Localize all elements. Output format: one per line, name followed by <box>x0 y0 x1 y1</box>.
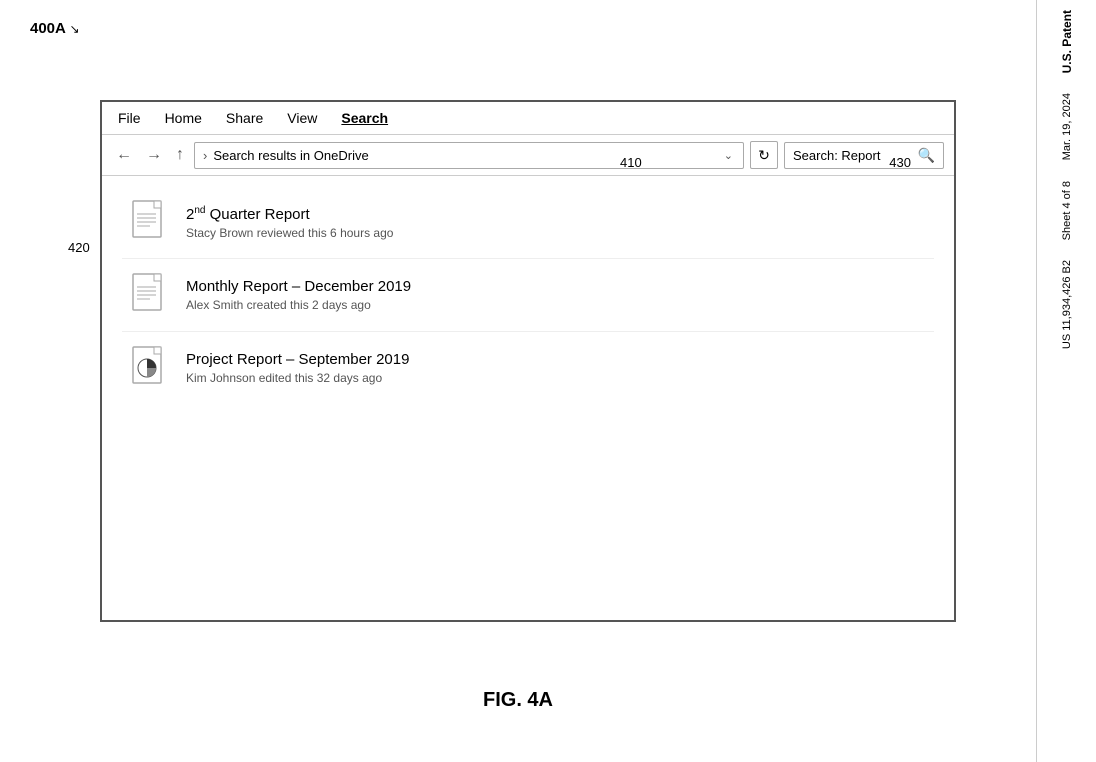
menu-search[interactable]: Search <box>341 110 388 126</box>
address-chevron-icon: › <box>203 148 207 163</box>
list-item[interactable]: Project Report – September 2019 Kim John… <box>122 332 934 404</box>
list-item[interactable]: Monthly Report – December 2019 Alex Smit… <box>122 259 934 332</box>
file-icon-2 <box>130 271 170 319</box>
dropdown-icon[interactable]: ⌄ <box>722 147 735 164</box>
file-title-3: Project Report – September 2019 <box>186 351 409 368</box>
back-button[interactable]: ← <box>112 144 136 166</box>
figure-caption: FIG. 4A <box>483 689 553 712</box>
file-subtitle-3: Kim Johnson edited this 32 days ago <box>186 371 409 385</box>
document-icon <box>132 273 168 317</box>
search-button[interactable]: 🔍 <box>918 147 935 164</box>
file-title-1: 2nd Quarter Report <box>186 205 393 223</box>
search-box[interactable]: Search: Report 🔍 <box>784 142 944 169</box>
file-info-3: Project Report – September 2019 Kim John… <box>186 351 409 385</box>
annotation-430: 430 <box>889 155 911 170</box>
menu-view[interactable]: View <box>287 110 317 126</box>
file-icon-1 <box>130 198 170 246</box>
menu-share[interactable]: Share <box>226 110 263 126</box>
refresh-button[interactable]: ↻ <box>750 141 778 169</box>
menu-file[interactable]: File <box>118 110 141 126</box>
address-text: Search results in OneDrive <box>213 148 721 163</box>
file-icon-3 <box>130 344 170 392</box>
address-bar[interactable]: › Search results in OneDrive ⌄ <box>194 142 744 169</box>
toolbar-row: ← → ↑ › Search results in OneDrive ⌄ ↻ S… <box>102 135 954 176</box>
patent-number: US 11,934,426 B2 <box>1061 260 1073 349</box>
file-subtitle-1: Stacy Brown reviewed this 6 hours ago <box>186 226 393 240</box>
patent-sheet: Sheet 4 of 8 <box>1061 181 1073 240</box>
forward-button[interactable]: → <box>142 144 166 166</box>
chart-document-icon <box>132 346 168 390</box>
menu-bar: File Home Share View Search <box>102 102 954 135</box>
figure-label: 400A ↘ <box>30 20 80 37</box>
up-button[interactable]: ↑ <box>172 144 188 166</box>
app-window: File Home Share View Search ← → ↑ › Sear… <box>100 100 956 622</box>
list-item[interactable]: 2nd Quarter Report Stacy Brown reviewed … <box>122 186 934 259</box>
files-area: 2nd Quarter Report Stacy Brown reviewed … <box>102 176 954 620</box>
figure-id: 400A <box>30 20 65 37</box>
patent-sidebar: U.S. Patent Mar. 19, 2024 Sheet 4 of 8 U… <box>1036 0 1096 762</box>
menu-home[interactable]: Home <box>165 110 202 126</box>
file-subtitle-2: Alex Smith created this 2 days ago <box>186 298 411 312</box>
patent-title: U.S. Patent <box>1060 10 1074 73</box>
figure-arrow: ↘ <box>69 22 79 36</box>
document-icon <box>132 200 168 244</box>
refresh-icon: ↻ <box>758 147 770 164</box>
file-title-2: Monthly Report – December 2019 <box>186 278 411 295</box>
main-content: 400A ↘ File Home Share View Search ← → ↑… <box>0 0 1036 762</box>
annotation-420: 420 <box>68 240 90 255</box>
patent-date: Mar. 19, 2024 <box>1061 93 1073 160</box>
file-info-2: Monthly Report – December 2019 Alex Smit… <box>186 278 411 312</box>
file-info-1: 2nd Quarter Report Stacy Brown reviewed … <box>186 205 393 240</box>
annotation-410: 410 <box>620 155 642 170</box>
